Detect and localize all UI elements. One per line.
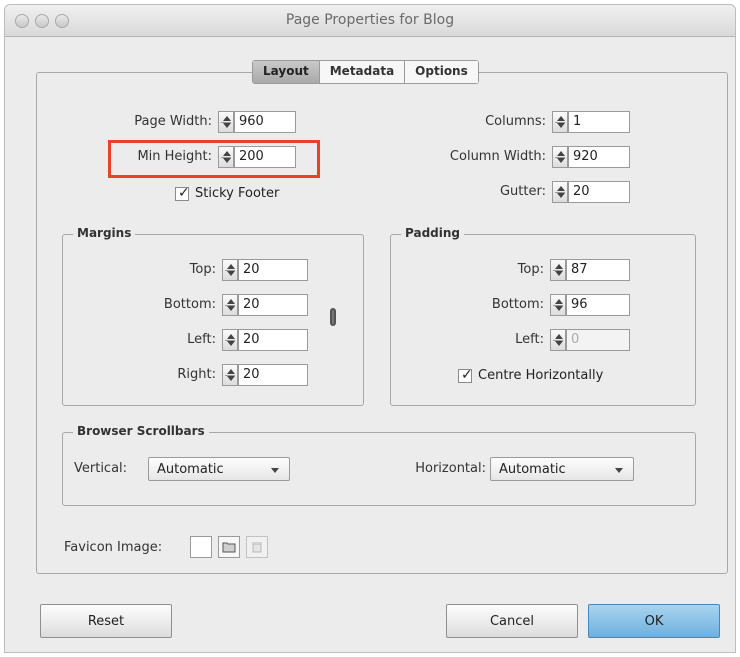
tab-bar: Layout Metadata Options — [252, 60, 479, 84]
link-margins-icon[interactable] — [330, 308, 336, 326]
min-height-stepper[interactable] — [218, 146, 234, 168]
padding-bottom-input[interactable]: 96 — [566, 294, 630, 316]
title-bar: Page Properties for Blog — [5, 5, 735, 37]
centre-horizontally-label: Centre Horizontally — [478, 368, 604, 383]
margins-title: Margins — [73, 226, 136, 240]
chevron-down-icon — [615, 468, 623, 473]
padding-top-input[interactable]: 87 — [566, 259, 630, 281]
cancel-button[interactable]: Cancel — [446, 604, 578, 638]
tab-options[interactable]: Options — [405, 61, 478, 83]
margin-left-label: Left: — [187, 332, 216, 347]
tab-metadata[interactable]: Metadata — [319, 61, 406, 83]
margin-left-field: 20 — [222, 329, 308, 351]
margin-left-stepper[interactable] — [222, 329, 238, 351]
margin-bottom-field: 20 — [222, 294, 308, 316]
tab-layout[interactable]: Layout — [253, 61, 320, 83]
margin-bottom-input[interactable]: 20 — [238, 294, 308, 316]
column-width-stepper[interactable] — [552, 146, 568, 168]
vertical-label: Vertical: — [74, 461, 128, 476]
columns-input[interactable]: 1 — [568, 111, 630, 133]
gutter-label: Gutter: — [499, 184, 546, 199]
min-height-label: Min Height: — [137, 149, 212, 164]
centre-horizontally-checkbox[interactable]: ✓ Centre Horizontally — [458, 367, 604, 383]
gutter-field: 20 — [552, 181, 630, 203]
margin-top-field: 20 — [222, 259, 308, 281]
margin-left-input[interactable]: 20 — [238, 329, 308, 351]
page-width-stepper[interactable] — [218, 111, 234, 133]
browser-scrollbars-title: Browser Scrollbars — [73, 424, 209, 438]
padding-top-field: 87 — [550, 259, 630, 281]
vertical-select-value: Automatic — [157, 461, 224, 477]
window-title: Page Properties for Blog — [285, 12, 455, 28]
padding-top-stepper[interactable] — [550, 259, 566, 281]
margin-right-input[interactable]: 20 — [238, 364, 308, 386]
min-height-field: 200 — [218, 146, 296, 168]
gutter-input[interactable]: 20 — [568, 181, 630, 203]
favicon-label: Favicon Image: — [64, 540, 163, 555]
padding-bottom-label: Bottom: — [491, 297, 544, 312]
page-width-input[interactable]: 960 — [234, 111, 296, 133]
column-width-input[interactable]: 920 — [568, 146, 630, 168]
reset-button[interactable]: Reset — [40, 604, 172, 638]
padding-title: Padding — [401, 226, 464, 240]
columns-label: Columns: — [485, 114, 546, 129]
padding-bottom-stepper[interactable] — [550, 294, 566, 316]
margin-right-stepper[interactable] — [222, 364, 238, 386]
favicon-preview — [190, 536, 212, 558]
margin-bottom-stepper[interactable] — [222, 294, 238, 316]
min-height-input[interactable]: 200 — [234, 146, 296, 168]
clear-icon[interactable] — [246, 536, 268, 558]
sticky-footer-label: Sticky Footer — [195, 186, 280, 201]
padding-left-input: 0 — [566, 329, 630, 351]
page-width-label: Page Width: — [134, 114, 212, 129]
padding-top-label: Top: — [517, 262, 544, 277]
sticky-footer-checkbox[interactable]: ✓ Sticky Footer — [175, 185, 280, 201]
margin-top-label: Top: — [189, 262, 216, 277]
chevron-down-icon — [271, 468, 279, 473]
column-width-field: 920 — [552, 146, 630, 168]
padding-left-label: Left: — [515, 332, 544, 347]
ok-button[interactable]: OK — [588, 604, 720, 638]
vertical-select[interactable]: Automatic — [148, 457, 290, 481]
column-width-label: Column Width: — [449, 149, 546, 164]
horizontal-label: Horizontal: — [415, 461, 486, 476]
horizontal-select-value: Automatic — [499, 461, 566, 477]
margin-right-field: 20 — [222, 364, 308, 386]
padding-left-stepper — [550, 329, 566, 351]
margin-top-input[interactable]: 20 — [238, 259, 308, 281]
margin-top-stepper[interactable] — [222, 259, 238, 281]
padding-left-field: 0 — [550, 329, 630, 351]
gutter-stepper[interactable] — [552, 181, 568, 203]
columns-stepper[interactable] — [552, 111, 568, 133]
sticky-footer-box[interactable]: ✓ — [175, 185, 190, 201]
page-width-field: 960 — [218, 111, 296, 133]
centre-horizontally-box[interactable]: ✓ — [458, 367, 473, 383]
horizontal-select[interactable]: Automatic — [490, 457, 634, 481]
padding-bottom-field: 96 — [550, 294, 630, 316]
columns-field: 1 — [552, 111, 630, 133]
browse-folder-icon[interactable] — [218, 536, 240, 558]
margin-right-label: Right: — [177, 367, 216, 382]
margin-bottom-label: Bottom: — [163, 297, 216, 312]
